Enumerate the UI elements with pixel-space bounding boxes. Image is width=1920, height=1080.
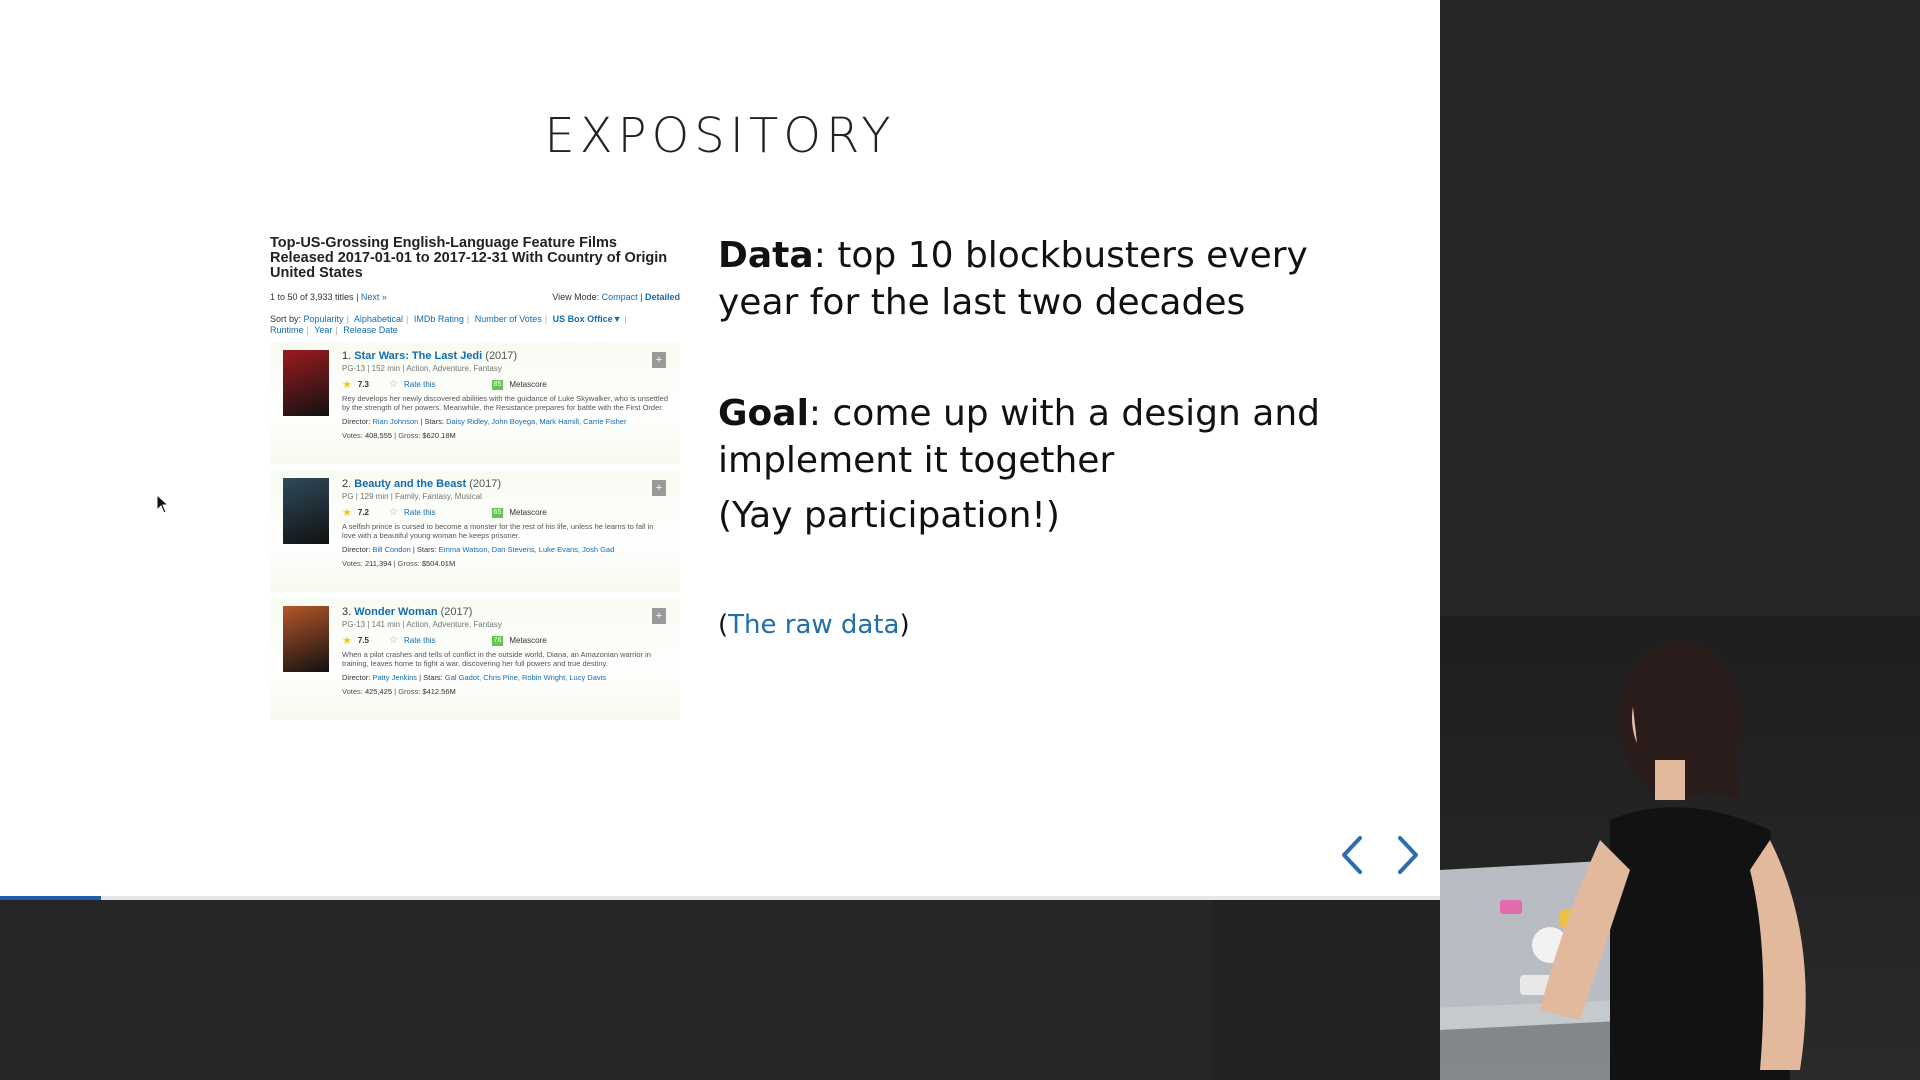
speaker-video bbox=[1440, 642, 1806, 1080]
view-compact: Compact bbox=[601, 292, 638, 302]
imdb-next-link: Next » bbox=[360, 292, 387, 302]
slide-title: EXPOSITORY bbox=[544, 108, 896, 164]
raw-data-link[interactable]: The raw data bbox=[728, 610, 899, 640]
movie-poster bbox=[283, 478, 329, 544]
movie-entry: +2. Beauty and the Beast (2017) PG | 129 … bbox=[270, 470, 680, 592]
movie-description: When a pilot crashes and tells of confli… bbox=[342, 650, 651, 668]
prev-slide-button[interactable] bbox=[1334, 830, 1370, 880]
movie-entry: +3. Wonder Woman (2017) PG-13 | 141 min |… bbox=[270, 598, 680, 720]
star-icon: ★ bbox=[342, 379, 352, 391]
chevron-left-icon bbox=[1342, 836, 1362, 874]
sort-option: Release Date bbox=[343, 325, 398, 335]
sort-option: Alphabetical bbox=[353, 314, 403, 324]
metascore-badge: 85 bbox=[491, 380, 504, 390]
movie-entry: +1. Star Wars: The Last Jedi (2017) PG-13… bbox=[270, 342, 680, 464]
movie-description: A selfish prince is cursed to become a m… bbox=[342, 522, 654, 540]
movie-info: PG | 129 min | Family, Fantasy, Musical bbox=[342, 492, 482, 501]
sort-option: Year bbox=[314, 325, 333, 335]
movie-votes-gross: Votes: 425,425 | Gross: $412.56M bbox=[342, 687, 456, 696]
next-slide-button[interactable] bbox=[1390, 830, 1426, 880]
movie-poster bbox=[283, 350, 329, 416]
movie-votes-gross: Votes: 408,555 | Gross: $620.18M bbox=[342, 431, 456, 440]
imdb-list-meta: 1 to 50 of 3,933 titles | Next » View Mo… bbox=[270, 292, 680, 302]
metascore-badge: 76 bbox=[491, 636, 504, 646]
movie-title-line: 3. Wonder Woman (2017) bbox=[342, 606, 473, 618]
movie-title-link: Star Wars: The Last Jedi bbox=[354, 350, 483, 362]
empty-star-icon: ☆ bbox=[389, 507, 398, 518]
raw-data-line: (The raw data) bbox=[718, 610, 910, 640]
star-icon: ★ bbox=[342, 635, 352, 647]
chevron-right-icon bbox=[1398, 836, 1418, 874]
movie-credits: Director: Rian Johnson | Stars: Daisy Ri… bbox=[342, 417, 627, 426]
imdb-sort-bar: Sort by: Popularity | Alphabetical | IMDb … bbox=[270, 314, 627, 335]
goal-paragraph: Goal: come up with a design and implemen… bbox=[718, 393, 1321, 481]
empty-star-icon: ☆ bbox=[389, 635, 398, 646]
imdb-screenshot: Top-US-Grossing English-Language Feature… bbox=[270, 236, 680, 736]
participation-text: (Yay participation!) bbox=[718, 495, 1060, 536]
movie-info: PG-13 | 141 min | Action, Adventure, Fan… bbox=[342, 620, 502, 629]
movie-title-link: Beauty and the Beast bbox=[354, 478, 467, 490]
movie-credits: Director: Patty Jenkins | Stars: Gal Gad… bbox=[342, 673, 607, 682]
movie-rating-row: ★ 7.5 ☆ Rate this 76 Metascore bbox=[342, 635, 547, 647]
star-icon: ★ bbox=[342, 507, 352, 519]
movie-title-link: Wonder Woman bbox=[354, 606, 438, 618]
movie-title-line: 1. Star Wars: The Last Jedi (2017) bbox=[342, 350, 518, 362]
sort-option-active: US Box Office▼ bbox=[552, 314, 622, 324]
sort-option: Number of Votes bbox=[474, 314, 542, 324]
metascore-badge: 65 bbox=[491, 508, 504, 518]
slide-progress-fill bbox=[0, 896, 101, 900]
sort-option: IMDb Rating bbox=[413, 314, 464, 324]
movie-description: Rey develops her newly discovered abilit… bbox=[342, 394, 669, 412]
imdb-list-heading: Top-US-Grossing English-Language Feature… bbox=[270, 235, 668, 281]
empty-star-icon: ☆ bbox=[389, 379, 398, 390]
view-detailed: Detailed bbox=[644, 292, 680, 302]
imdb-movie-list: +1. Star Wars: The Last Jedi (2017) PG-13… bbox=[270, 342, 680, 720]
slide-body: Data: top 10 blockbusters every year for… bbox=[718, 232, 1358, 641]
movie-rating-row: ★ 7.3 ☆ Rate this 85 Metascore bbox=[342, 379, 547, 391]
sort-option: Runtime bbox=[270, 325, 304, 335]
mouse-cursor-icon bbox=[156, 494, 170, 514]
sort-option: Popularity bbox=[303, 314, 344, 324]
imdb-count: 1 to 50 of 3,933 titles | Next » bbox=[270, 292, 387, 302]
movie-votes-gross: Votes: 211,394 | Gross: $504.01M bbox=[342, 559, 456, 568]
movie-title-line: 2. Beauty and the Beast (2017) bbox=[342, 478, 501, 490]
movie-credits: Director: Bill Condon | Stars: Emma Wats… bbox=[342, 545, 615, 554]
imdb-view-mode: View Mode: Compact | Detailed bbox=[552, 292, 680, 302]
movie-rating-row: ★ 7.2 ☆ Rate this 65 Metascore bbox=[342, 507, 547, 519]
movie-info: PG-13 | 152 min | Action, Adventure, Fan… bbox=[342, 364, 502, 373]
slide: EXPOSITORY Top-US-Grossing English-Langu… bbox=[0, 0, 1440, 900]
data-paragraph: Data: top 10 blockbusters every year for… bbox=[718, 235, 1308, 323]
movie-poster bbox=[283, 606, 329, 672]
